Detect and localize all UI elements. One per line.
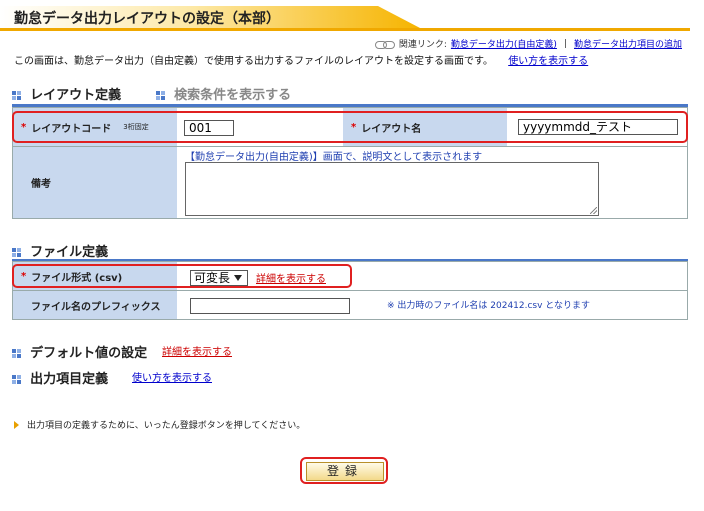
section-grid-icon [12, 91, 21, 100]
note-label-cell: 備考 [13, 147, 177, 218]
default-detail-link[interactable]: 詳細を表示する [162, 343, 232, 358]
page-title-band: 勤怠データ出力レイアウトの設定（本部） [0, 0, 704, 31]
related-links: 関連リンク: 勤怠データ出力(自由定義) | 勤怠データ出力項目の追加 [374, 37, 682, 50]
notice-text: 出力項目の定義するために、いったん登録ボタンを押してください。 [27, 421, 306, 431]
note-hint: 【勤怠データ出力(自由定義)】画面で、説明文として表示されます [185, 152, 483, 163]
items-section-header: 出力項目定義 [12, 368, 108, 387]
search-toggle-label[interactable]: 検索条件を表示する [174, 88, 291, 103]
register-button[interactable]: 登録 [300, 457, 388, 484]
section-grid-icon [12, 349, 21, 358]
prefix-note: ※ 出力時のファイル名は 202412.csv となります [387, 301, 591, 311]
required-highlight-format [12, 264, 352, 288]
related-link-free-output[interactable]: 勤怠データ出力(自由定義) [451, 37, 557, 50]
related-link-add-items[interactable]: 勤怠データ出力項目の追加 [574, 37, 682, 50]
file-section-header: ファイル定義 [12, 241, 108, 260]
related-separator: | [563, 38, 567, 49]
required-highlight-layout [12, 111, 688, 143]
howto-link-items[interactable]: 使い方を表示する [132, 369, 212, 384]
items-section-title: 出力項目定義 [30, 372, 109, 387]
layout-section-header: レイアウト定義 [12, 84, 121, 103]
resize-handle-icon[interactable] [590, 207, 597, 214]
link-chain-icon [374, 40, 395, 49]
section-grid-icon [156, 91, 165, 100]
file-section-title: ファイル定義 [30, 245, 109, 260]
arrow-right-icon [14, 420, 19, 429]
section-grid-icon [12, 375, 21, 384]
register-button-label[interactable]: 登録 [306, 462, 384, 481]
howto-link-top[interactable]: 使い方を表示する [508, 56, 588, 67]
note-label: 備考 [31, 179, 51, 190]
prefix-input[interactable] [190, 298, 350, 314]
intro-text: この画面は、勤怠データ出力（自由定義）で使用する出力するファイルのレイアウトを設… [14, 52, 588, 67]
default-section-title: デフォルト値の設定 [30, 346, 148, 361]
default-section-header: デフォルト値の設定 [12, 342, 147, 361]
search-toggle[interactable]: 検索条件を表示する [156, 84, 291, 103]
notice: 出力項目の定義するために、いったん登録ボタンを押してください。 [14, 418, 305, 431]
prefix-label: ファイル名のプレフィックス [31, 301, 161, 313]
section-grid-icon [12, 248, 21, 257]
intro-description: この画面は、勤怠データ出力（自由定義）で使用する出力するファイルのレイアウトを設… [14, 56, 493, 67]
note-textarea[interactable] [185, 162, 599, 216]
layout-section-title: レイアウト定義 [30, 88, 122, 103]
prefix-label-cell: ファイル名のプレフィックス [13, 291, 177, 319]
related-label: 関連リンク: [398, 40, 447, 50]
page-title: 勤怠データ出力レイアウトの設定（本部） [14, 11, 280, 27]
